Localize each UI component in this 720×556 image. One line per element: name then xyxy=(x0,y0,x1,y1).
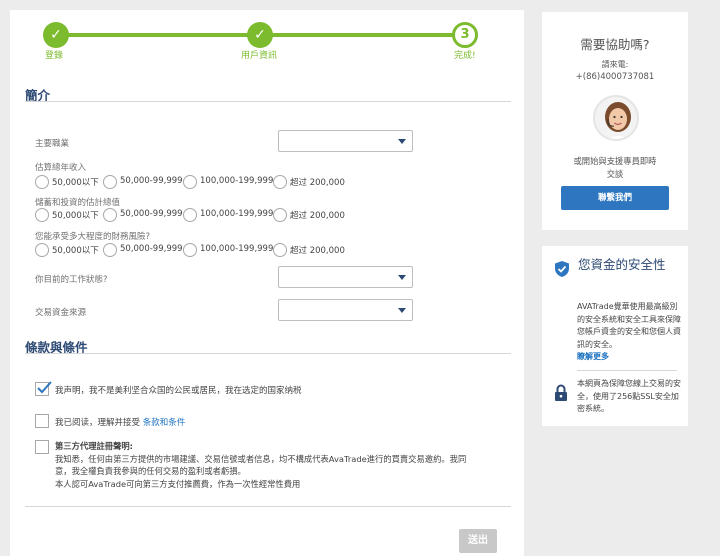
step-2-done-icon: ✓ xyxy=(247,22,273,48)
funds-source-select[interactable] xyxy=(278,299,413,321)
risk-radio-group: 50,000以下 50,000-99,999 100,000-199,999 超… xyxy=(35,243,365,259)
income-option-3-label: 100,000-199,999 xyxy=(200,176,274,186)
submit-button[interactable]: 送出 xyxy=(459,529,497,553)
third-party-line-2: 意，我全權負責我參與的任何交易的盈利或者虧損。 xyxy=(55,466,246,476)
chat-text-line-2: 交談 xyxy=(606,169,624,179)
savings-option-4-label: 超过 200,000 xyxy=(290,211,345,221)
chevron-down-icon xyxy=(398,308,406,313)
form-bottom-divider xyxy=(25,506,511,507)
lock-icon xyxy=(555,384,567,401)
terms-agree-checkbox[interactable] xyxy=(35,414,49,428)
risk-option-1-label: 50,000以下 xyxy=(52,246,99,256)
chevron-down-icon xyxy=(398,139,406,144)
risk-label: 您能承受多大程度的財務風險? xyxy=(35,232,151,242)
income-option-4-label: 超过 200,000 xyxy=(290,178,345,188)
help-panel: 需要協助嗎? 請來電: +(86)4000737081 或開始與支援專員即時 交… xyxy=(542,12,688,230)
income-radio-option-3[interactable] xyxy=(183,175,197,189)
risk-radio-option-1[interactable] xyxy=(35,243,49,257)
contact-us-button[interactable]: 聯繫我們 xyxy=(561,186,669,210)
phone-number[interactable]: +(86)4000737081 xyxy=(542,72,688,82)
help-title: 需要協助嗎? xyxy=(580,37,650,52)
risk-radio-option-2[interactable] xyxy=(103,243,117,257)
employment-status-select[interactable] xyxy=(278,266,413,288)
savings-radio-group: 50,000以下 50,000-99,999 100,000-199,999 超… xyxy=(35,208,365,224)
chevron-down-icon xyxy=(398,275,406,280)
income-option-1-label: 50,000以下 xyxy=(52,178,99,188)
third-party-line-3: 本人認可AvaTrade可向第三方支付推薦費，作為一次性經常性費用 xyxy=(55,478,301,489)
savings-radio-option-3[interactable] xyxy=(183,208,197,222)
registration-form-panel: ✓ 登錄 ✓ 用戶資訊 3 完成! 簡介 主要職業 估算總年收入 50,000以… xyxy=(10,10,524,556)
income-option-2-label: 50,000-99,999 xyxy=(120,176,183,186)
savings-option-2-label: 50,000-99,999 xyxy=(120,209,183,219)
security-body-text: AVATrade覺華使用最高級別的安全系統和安全工具來保障您帳戶資金的安全和您個… xyxy=(577,302,681,349)
income-label: 估算總年收入 xyxy=(35,163,87,173)
ssl-text: 本網頁為保障您線上交易的安全，使用了256點SSL安全加密系統。 xyxy=(577,379,681,413)
terms-section-divider xyxy=(25,353,511,354)
risk-radio-option-3[interactable] xyxy=(183,243,197,257)
agent-photo xyxy=(595,97,637,139)
support-agent-avatar xyxy=(593,95,639,141)
savings-option-3-label: 100,000-199,999 xyxy=(200,209,274,219)
shield-check-icon xyxy=(555,261,569,277)
step-3-label: 完成! xyxy=(454,51,476,61)
income-radio-group: 50,000以下 50,000-99,999 100,000-199,999 超… xyxy=(35,175,365,191)
funds-source-label: 交易資金來源 xyxy=(35,308,87,318)
third-party-checkbox[interactable] xyxy=(35,440,49,454)
declaration-checkbox[interactable] xyxy=(35,381,52,396)
income-radio-option-4[interactable] xyxy=(273,175,287,189)
security-divider xyxy=(577,370,677,371)
chat-text-line-1: 或開始與支援專員即時 xyxy=(573,156,657,166)
call-label: 請來電: xyxy=(601,60,629,69)
income-radio-option-1[interactable] xyxy=(35,175,49,189)
terms-and-conditions-link[interactable]: 条款和条件 xyxy=(143,418,186,428)
risk-option-2-label: 50,000-99,999 xyxy=(120,244,183,254)
occupation-label: 主要職業 xyxy=(35,139,70,149)
third-party-line-1: 我知悉，任何由第三方提供的市場建議、交易信號或者信息，均不構成代表AvaTrad… xyxy=(55,453,467,464)
risk-option-4-label: 超过 200,000 xyxy=(290,246,345,256)
learn-more-link[interactable]: 瞭解更多 xyxy=(577,351,683,364)
occupation-select[interactable] xyxy=(278,130,413,152)
employment-status-label: 你目前的工作狀態? xyxy=(35,275,108,285)
savings-radio-option-4[interactable] xyxy=(273,208,287,222)
risk-option-3-label: 100,000-199,999 xyxy=(200,244,274,254)
step-2-label: 用戶資訊 xyxy=(241,51,278,61)
savings-radio-option-2[interactable] xyxy=(103,208,117,222)
terms-agree-prefix: 我已阅读，理解并接受 xyxy=(55,418,143,428)
third-party-title: 第三方代理註冊聲明: xyxy=(55,441,133,451)
step-1-label: 登錄 xyxy=(45,51,64,61)
terms-agree-text: 我已阅读，理解并接受 条款和条件 xyxy=(55,416,185,428)
savings-label: 儲蓄和投資的估計總值 xyxy=(35,198,121,208)
third-party-statement: 第三方代理註冊聲明: 我知悉，任何由第三方提供的市場建議、交易信號或者信息，均不… xyxy=(55,440,515,490)
security-description: AVATrade覺華使用最高級別的安全系統和安全工具來保障您帳戶資金的安全和您個… xyxy=(577,301,683,364)
security-panel: 您資金的安全性 AVATrade覺華使用最高級別的安全系統和安全工具來保障您帳戶… xyxy=(542,246,688,426)
step-1-done-icon: ✓ xyxy=(43,22,69,48)
savings-option-1-label: 50,000以下 xyxy=(52,211,99,221)
risk-radio-option-4[interactable] xyxy=(273,243,287,257)
declaration-text: 我声明，我不是美利坚合众国的公民或居民，我在选定的国家纳税 xyxy=(55,386,302,396)
security-title: 您資金的安全性 xyxy=(578,257,666,272)
savings-radio-option-1[interactable] xyxy=(35,208,49,222)
step-3-current-indicator: 3 xyxy=(452,22,478,48)
checkmark-icon xyxy=(37,381,52,394)
income-radio-option-2[interactable] xyxy=(103,175,117,189)
profile-section-divider xyxy=(25,101,511,102)
